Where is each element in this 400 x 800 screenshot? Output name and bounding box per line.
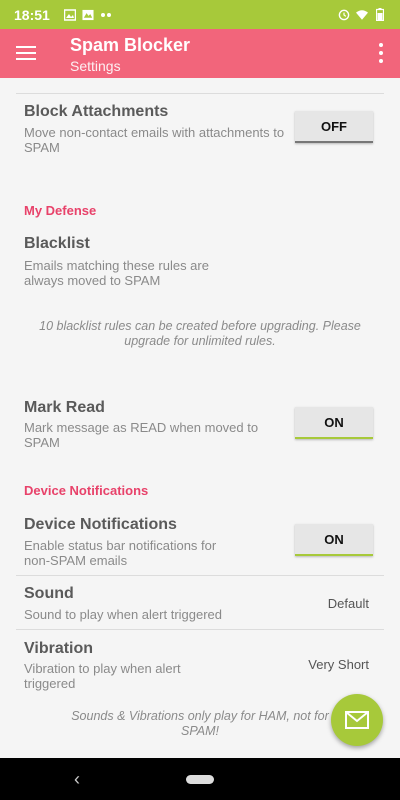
divider bbox=[16, 93, 384, 94]
sound-value: Default bbox=[327, 596, 369, 611]
overflow-menu-icon[interactable] bbox=[378, 43, 384, 63]
pref-summary: Emails matching these rules are always m… bbox=[24, 258, 209, 288]
app-subtitle: Settings bbox=[70, 58, 121, 74]
divider bbox=[16, 575, 384, 576]
pref-summary: Vibration to play when alert triggered bbox=[24, 661, 181, 691]
system-nav-bar: ‹ bbox=[0, 758, 400, 800]
compose-fab[interactable] bbox=[331, 694, 383, 746]
settings-list[interactable]: Block Attachments Move non-contact email… bbox=[0, 78, 400, 758]
hamburger-menu-icon[interactable] bbox=[16, 42, 38, 64]
pref-summary: Mark message as READ when moved to SPAM bbox=[24, 420, 259, 450]
status-system-icons bbox=[338, 8, 386, 21]
alarm-icon bbox=[338, 9, 350, 21]
pref-title: Vibration bbox=[24, 640, 94, 657]
divider bbox=[16, 629, 384, 630]
status-notification-icons bbox=[63, 8, 112, 21]
pref-title: Sound bbox=[24, 585, 74, 602]
status-bar: 18:51 bbox=[0, 0, 400, 29]
block-attachments-toggle[interactable]: OFF bbox=[295, 111, 373, 143]
app-bar: Spam Blocker Settings bbox=[0, 29, 400, 78]
status-time: 18:51 bbox=[14, 6, 50, 23]
more-dots-icon bbox=[100, 9, 112, 21]
pref-title: Blacklist bbox=[24, 235, 90, 252]
pref-summary: Sound to play when alert triggered bbox=[24, 607, 223, 622]
category-header-my-defense: My Defense bbox=[24, 203, 97, 218]
pref-summary: Enable status bar notifications for non-… bbox=[24, 538, 217, 568]
pref-summary: Move non-contact emails with attachments… bbox=[24, 125, 285, 155]
pref-title: Device Notifications bbox=[24, 516, 177, 533]
wifi-icon bbox=[356, 9, 368, 21]
vibration-value: Very Short bbox=[308, 657, 369, 672]
category-header-device-notifications: Device Notifications bbox=[24, 483, 149, 498]
device-notifications-toggle[interactable]: ON bbox=[295, 524, 373, 556]
pref-title: Block Attachments bbox=[24, 103, 169, 120]
mail-icon bbox=[345, 711, 369, 729]
back-icon[interactable]: ‹ bbox=[74, 769, 80, 790]
app-title: Spam Blocker bbox=[70, 35, 191, 55]
image-icon bbox=[63, 8, 76, 21]
battery-icon bbox=[374, 8, 386, 21]
blacklist-note: 10 blacklist rules can be created before… bbox=[39, 319, 361, 348]
home-pill-icon[interactable] bbox=[186, 775, 214, 784]
mark-read-toggle[interactable]: ON bbox=[295, 407, 373, 439]
photo-icon bbox=[82, 9, 94, 21]
pref-title: Mark Read bbox=[24, 399, 105, 416]
sounds-note: Sounds & Vibrations only play for HAM, n… bbox=[71, 709, 329, 738]
